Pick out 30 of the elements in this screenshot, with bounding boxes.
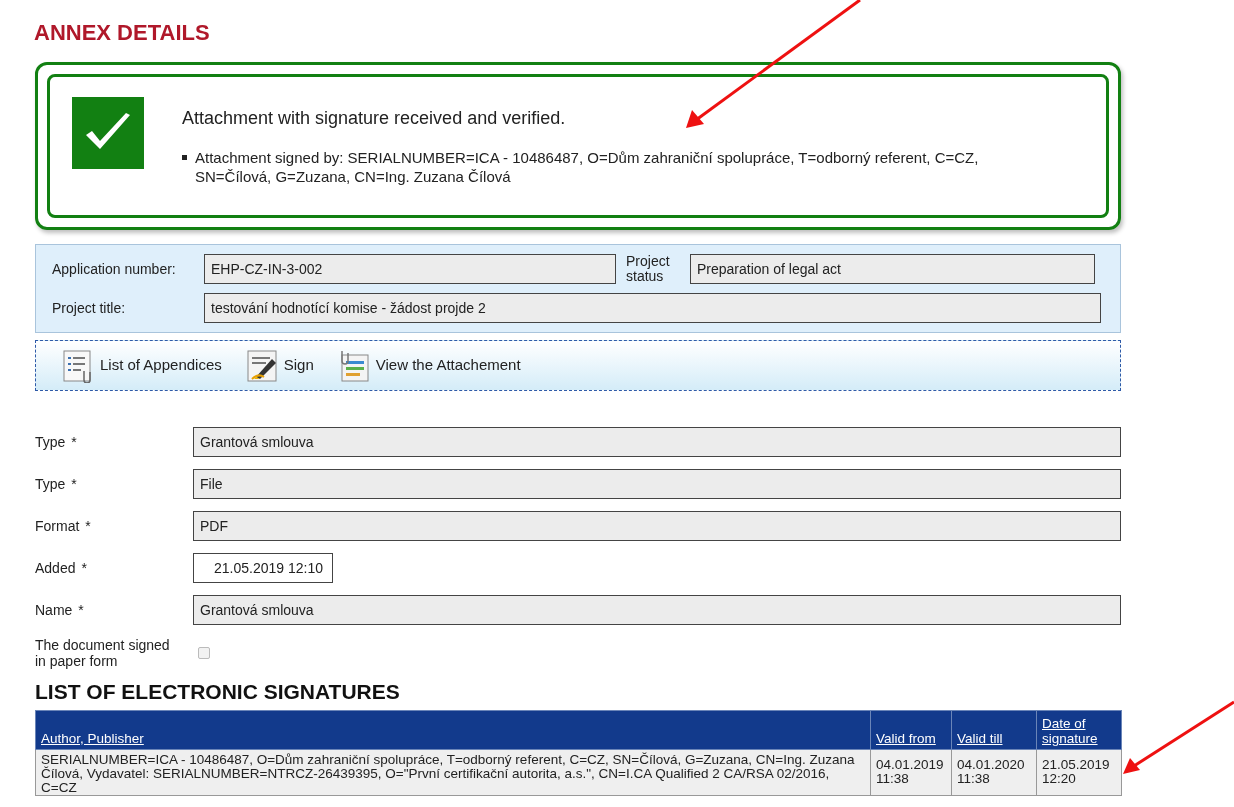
field-label: Type xyxy=(35,474,66,494)
toolbar-link[interactable]: View the Attachement xyxy=(375,354,521,377)
required-mark: * xyxy=(81,558,87,578)
required-mark: * xyxy=(78,600,84,620)
required-mark: * xyxy=(71,474,77,494)
required-mark: * xyxy=(85,516,91,536)
field-label: Name xyxy=(35,600,73,620)
section-title: LIST OF ELECTRONIC SIGNATURES xyxy=(35,681,401,702)
table-cell: 04.01.2019 11:38 xyxy=(870,749,952,796)
pen-icon[interactable] xyxy=(245,348,280,383)
field-label: Project status xyxy=(625,254,671,284)
checkbox[interactable] xyxy=(198,647,210,659)
field-label: The document signed in paper form xyxy=(35,637,171,669)
table-cell: SERIALNUMBER=ICA - 10486487, O=Dům zahraniční spolupráce, T=odborný referent, C=CZ, SN=Čílová, G=Zuzana, CN=Ing. Zuzana Čílová, Vydavatel: SERIALNUMBER=NTRCZ-26439395, O="První certifikační autorita, a.s.", CN=I.CA Qualified 2 CA/RSA 02/2016, C=CZ xyxy=(35,749,871,796)
table-cell: 04.01.2020 11:38 xyxy=(951,749,1037,796)
toolbar-link[interactable]: Sign xyxy=(283,354,314,377)
field-label: Project title: xyxy=(52,298,127,318)
field-label: Type xyxy=(35,432,66,452)
bullet-icon xyxy=(182,155,187,160)
page-title: ANNEX DETAILS xyxy=(34,22,211,44)
toolbar-link[interactable]: List of Appendices xyxy=(100,354,222,377)
notice-detail: Attachment signed by: SERIALNUMBER=ICA - 10486487, O=Dům zahraniční spolupráce, T=odborný referent, C=CZ, SN=Čílová, G=Zuzana, CN=Ing. Zuzana Čílová xyxy=(195,148,980,186)
table-cell: 21.05.2019 12:20 xyxy=(1036,749,1122,796)
field-label: Application number: xyxy=(52,259,177,279)
notice-message: Attachment with signature received and verified. xyxy=(182,107,567,130)
date-field: 21.05.2019 12:10 xyxy=(193,553,333,583)
field-label: Format xyxy=(35,516,80,536)
check-icon xyxy=(72,97,144,169)
field-label: Added xyxy=(35,558,76,578)
required-mark: * xyxy=(71,432,77,452)
